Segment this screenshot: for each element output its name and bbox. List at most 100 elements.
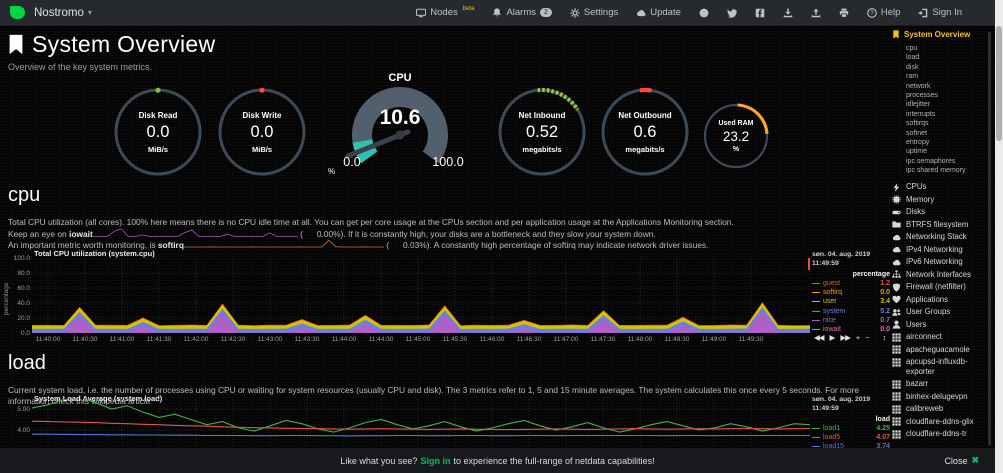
nav-item-facebook[interactable] [746, 8, 774, 18]
sidebar-item-applications[interactable]: Applications [892, 293, 992, 306]
sidebar-subitem-softirqs[interactable]: softirqs [906, 119, 992, 128]
gauge-used-ram[interactable]: Used RAM 23.2 % [702, 102, 770, 170]
load-chart-plot[interactable] [32, 399, 810, 447]
sidebar-item-networking-stack[interactable]: Networking Stack [892, 231, 992, 244]
nav-item-upload[interactable] [802, 8, 830, 18]
nav-item-help[interactable]: ?Help [858, 7, 910, 18]
sidebar-subitem-ipc-shared-memory[interactable]: ipc shared memory [906, 166, 992, 175]
gauge-disk-read[interactable]: Disk Read 0.0 MiB/s [112, 86, 204, 178]
legend-row-load1[interactable]: load14.25 [812, 424, 892, 433]
gauge-disk-write[interactable]: Disk Write 0.0 MiB/s [216, 86, 308, 178]
sidebar-item-cloudflare-ddns-tr[interactable]: cloudflare-ddns-tr [892, 428, 992, 441]
gauge-cpu[interactable]: CPU 10.6 0.0 100.0 % [322, 72, 478, 170]
cloud-icon [892, 258, 901, 267]
sidebar-item-label: Applications [906, 295, 948, 305]
sidebar-subitem-softnet[interactable]: softnet [906, 129, 992, 138]
axis-tick-label: 11:46:00 [472, 336, 512, 343]
nav-item-download[interactable] [774, 8, 802, 18]
sidebar-item-ipv4-networking[interactable]: IPv4 Networking [892, 243, 992, 256]
axis-tick-label: 11:40:30 [65, 336, 105, 343]
sidebar-subitem-load[interactable]: load [906, 53, 992, 62]
sidebar-subitem-ram[interactable]: ram [906, 72, 992, 81]
legend-row-load5[interactable]: load54.07 [812, 433, 892, 442]
nav-item-settings[interactable]: Settings [561, 7, 627, 18]
sidebar-item-apcupsd-influxdb-exporter[interactable]: apcupsd-influxdb-exporter [892, 356, 992, 378]
softirq-label: softirq [158, 240, 184, 250]
sidebar-item-cloudflare-ddns-glix[interactable]: cloudflare-ddns-glix [892, 415, 992, 428]
legend-row-nice[interactable]: nice0.7 [812, 316, 892, 325]
sidebar-item-calibreweb[interactable]: calibreweb [892, 403, 992, 416]
iowait-sparkline [93, 228, 298, 237]
footer-signin-link[interactable]: Sign in [420, 456, 450, 466]
sidebar-subitem-entropy[interactable]: entropy [906, 138, 992, 147]
legend-row-user[interactable]: user3.4 [812, 297, 892, 306]
sidebar-item-user-groups[interactable]: User Groups [892, 306, 992, 319]
sidebar-item-cpus[interactable]: CPUs [892, 181, 992, 194]
nav-item-twitter[interactable] [718, 8, 746, 18]
grid-icon [892, 380, 901, 389]
sidebar-item-network-interfaces[interactable]: Network Interfaces [892, 268, 992, 281]
scrollbar-thumb[interactable] [996, 26, 1002, 141]
github-icon [699, 8, 709, 18]
sidebar-item-apacheguacamole[interactable]: apacheguacamole [892, 343, 992, 356]
cpu-chart-plot[interactable] [32, 258, 810, 333]
axis-tick-label: 80.0 [4, 270, 30, 277]
gauge-net-outbound[interactable]: Net Outbound 0.6 megabits/s [599, 86, 691, 178]
axis-tick-label: 11:48:30 [657, 336, 697, 343]
page-scrollbar[interactable] [995, 0, 1003, 473]
nav-item-nodes[interactable]: Nodesbeta [407, 7, 483, 18]
axis-tick-label: 11:45:30 [435, 336, 475, 343]
sidebar-subitem-disk[interactable]: disk [906, 63, 992, 72]
nav-item-alarms[interactable]: Alarms2 [483, 7, 560, 18]
sidebar-subitem-ipc-semaphores[interactable]: ipc semaphores [906, 157, 992, 166]
sidebar-item-disks[interactable]: Disks [892, 206, 992, 219]
gauge-value: 0.0 [251, 123, 274, 142]
sidebar-item-firewall-netfilter-[interactable]: Firewall (netfilter) [892, 281, 992, 294]
sidebar-item-label: Memory [906, 195, 934, 205]
chevron-down-icon[interactable]: ▾ [88, 8, 92, 17]
sidebar-subitem-uptime[interactable]: uptime [906, 147, 992, 156]
skip-forward-icon[interactable]: ▶▶ [840, 333, 850, 342]
sidebar-item-binhex-delugevpn[interactable]: binhex-delugevpn [892, 390, 992, 403]
nav-item-update[interactable]: Update [627, 7, 690, 18]
softirq-value: ( 0.03%). [384, 240, 434, 250]
zoom-in-icon[interactable]: + [856, 333, 859, 342]
sidebar-subitem-cpu[interactable]: cpu [906, 44, 992, 53]
sidebar-item-btrfs-filesystem[interactable]: BTRFS filesystem [892, 218, 992, 231]
footer-close-button[interactable]: Close ✖ [944, 455, 979, 466]
sidebar-subitem-interrupts[interactable]: interrupts [906, 110, 992, 119]
hostname-dropdown[interactable]: Nostromo [34, 7, 84, 19]
sidebar-subitem-processes[interactable]: processes [906, 91, 992, 100]
legend-swatch [812, 320, 820, 321]
legend-series-value: 0.7 [880, 317, 892, 324]
sidebar-scrollbar[interactable] [988, 32, 991, 445]
sidebar-subitem-network[interactable]: network [906, 82, 992, 91]
nav-item-github[interactable] [690, 8, 718, 18]
sidebar-item-system-overview[interactable]: System Overview [892, 30, 992, 39]
sidebar-item-ipv6-networking[interactable]: IPv6 Networking [892, 256, 992, 269]
resize-icon[interactable]: ↕ [883, 333, 887, 342]
load-chart-legend: søn. 04. aug. 2019 11:49:59 load load14.… [812, 396, 892, 452]
legend-swatch [812, 329, 820, 330]
axis-tick-label: 11:47:00 [546, 336, 586, 343]
legend-series-value: 1.2 [880, 280, 892, 287]
sidebar-item-users[interactable]: Users [892, 318, 992, 331]
skip-back-icon[interactable]: ◀◀ [814, 333, 824, 342]
legend-row-softirq[interactable]: softirq0.0 [812, 288, 892, 297]
sidebar-item-label: Firewall (netfilter) [906, 282, 966, 292]
legend-row-system[interactable]: system5.2 [812, 307, 892, 316]
legend-series-name: load5 [823, 434, 840, 441]
nav-item-print[interactable] [830, 8, 858, 18]
gauge-value: 0.6 [634, 123, 657, 142]
sidebar-item-memory[interactable]: Memory [892, 193, 992, 206]
sidebar-item-bazarr[interactable]: bazarr [892, 378, 992, 391]
zoom-out-icon[interactable]: − [865, 333, 868, 342]
legend-row-guest[interactable]: guest1.2 [812, 279, 892, 288]
nav-item-signin[interactable]: Sign In [909, 7, 971, 18]
topbar-menu: NodesbetaAlarms2SettingsUpdate ?HelpSign … [407, 7, 995, 18]
sidebar-subitem-idlejitter[interactable]: idlejitter [906, 100, 992, 109]
netdata-logo-icon[interactable] [10, 6, 25, 19]
gauge-net-inbound[interactable]: Net Inbound 0.52 megabits/s [496, 86, 588, 178]
sidebar-item-airconnect[interactable]: airconnect [892, 331, 992, 344]
play-icon[interactable]: ▶ [830, 333, 835, 342]
